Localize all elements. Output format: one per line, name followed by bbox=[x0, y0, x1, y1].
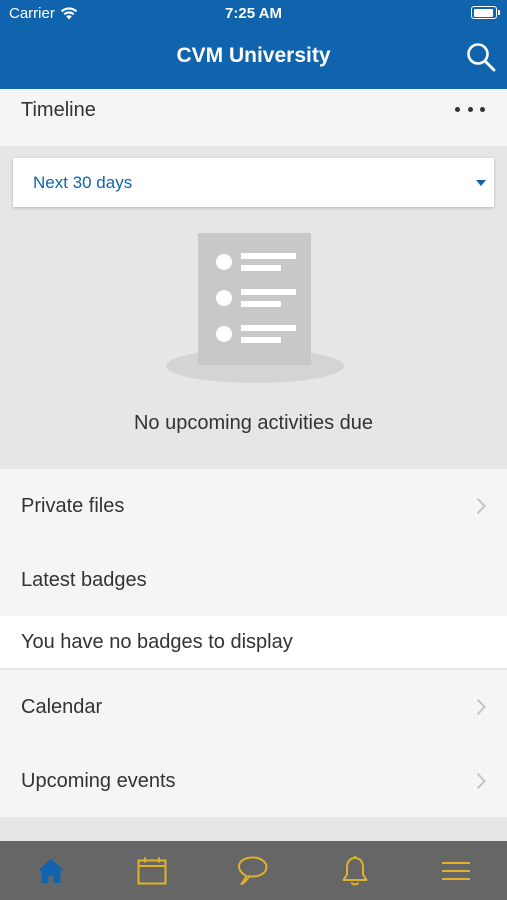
upcoming-events-label: Upcoming events bbox=[21, 770, 176, 792]
calendar-icon bbox=[137, 857, 167, 884]
tab-bar bbox=[0, 841, 507, 900]
badges-empty-message: You have no badges to display bbox=[0, 616, 507, 668]
messages-icon bbox=[238, 855, 268, 885]
notifications-icon bbox=[342, 855, 368, 885]
timeline-header: Timeline bbox=[0, 89, 507, 146]
latest-badges-label: Latest badges bbox=[21, 569, 147, 591]
upcoming-events-row[interactable]: Upcoming events bbox=[0, 744, 507, 818]
more-options-button[interactable] bbox=[455, 103, 485, 115]
home-icon bbox=[37, 858, 64, 883]
private-files-row[interactable]: Private files bbox=[0, 469, 507, 543]
search-icon bbox=[467, 43, 496, 72]
tab-menu[interactable] bbox=[406, 841, 507, 900]
status-bar: Carrier 7:25 AM bbox=[0, 0, 507, 28]
page-title: CVM University bbox=[176, 44, 331, 67]
timeline-filter-value: Next 30 days bbox=[33, 173, 133, 192]
calendar-events-group: Calendar Upcoming events bbox=[0, 670, 507, 817]
caret-down-icon bbox=[476, 180, 486, 186]
timeline-content: Next 30 days No upcoming activities due bbox=[0, 146, 507, 469]
battery-icon bbox=[471, 6, 500, 19]
chevron-right-icon bbox=[476, 698, 486, 716]
empty-state-message: No upcoming activities due bbox=[133, 412, 373, 434]
chevron-right-icon bbox=[476, 772, 486, 790]
tab-messages[interactable] bbox=[203, 841, 304, 900]
search-button[interactable] bbox=[465, 41, 497, 73]
app-header: Carrier 7:25 AM CVM University bbox=[0, 0, 507, 89]
tab-notifications[interactable] bbox=[304, 841, 405, 900]
chevron-right-icon bbox=[476, 497, 486, 515]
badges-empty-text: You have no badges to display bbox=[21, 631, 293, 653]
tab-home[interactable] bbox=[0, 841, 101, 900]
tab-calendar[interactable] bbox=[101, 841, 202, 900]
latest-badges-header: Latest badges bbox=[0, 543, 507, 617]
calendar-label: Calendar bbox=[21, 696, 103, 718]
menu-icon bbox=[442, 861, 471, 880]
status-time: 7:25 AM bbox=[225, 5, 282, 22]
timeline-title: Timeline bbox=[21, 99, 96, 121]
files-badges-group: Private files Latest badges bbox=[0, 469, 507, 616]
timeline-filter-select[interactable]: Next 30 days bbox=[13, 158, 494, 207]
private-files-label: Private files bbox=[21, 495, 125, 517]
empty-list-illustration bbox=[166, 233, 344, 383]
more-options-icon bbox=[455, 106, 460, 112]
calendar-row[interactable]: Calendar bbox=[0, 670, 507, 744]
